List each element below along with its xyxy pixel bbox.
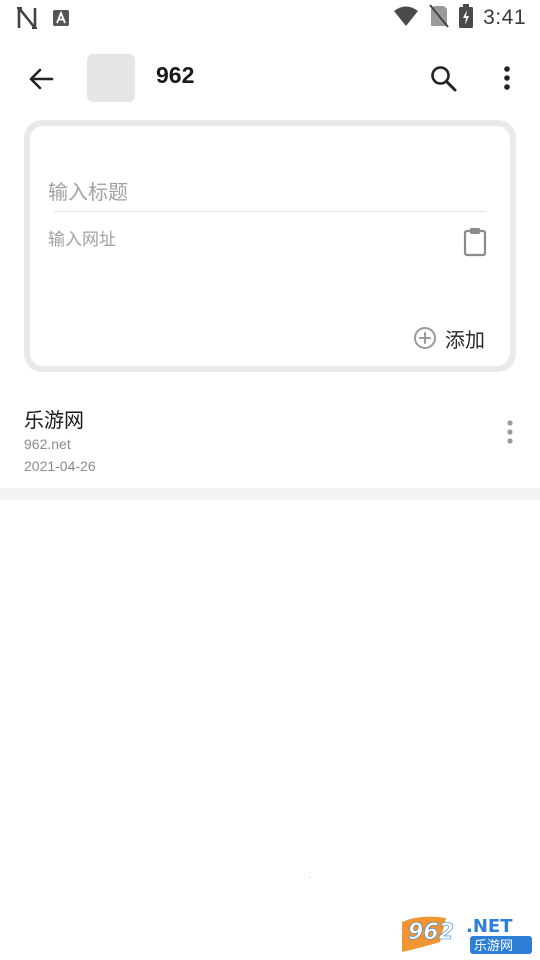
input-divider xyxy=(54,211,486,212)
notification-icons xyxy=(16,6,70,34)
clock-time: 3:41 xyxy=(483,6,526,29)
add-circle-icon xyxy=(414,327,436,349)
text-a-icon xyxy=(52,9,70,31)
battery-charging-icon xyxy=(459,4,474,32)
svg-text:乐游网: 乐游网 xyxy=(474,939,513,954)
status-bar: 3:41 xyxy=(0,0,540,36)
more-vert-icon xyxy=(504,66,510,90)
n-app-icon xyxy=(16,6,38,34)
search-icon xyxy=(431,66,457,92)
paste-button[interactable] xyxy=(462,226,488,258)
top-app-bar: 962 xyxy=(0,48,540,108)
svg-text:962: 962 xyxy=(408,920,454,945)
more-options-button[interactable] xyxy=(492,61,522,95)
bookmark-title: 乐游网 xyxy=(24,408,84,432)
bookmark-url: 962.net xyxy=(24,436,71,452)
page-title: 962 xyxy=(156,62,195,88)
bookmark-more-button[interactable] xyxy=(498,416,522,448)
list-divider xyxy=(0,488,540,500)
back-button[interactable] xyxy=(24,62,58,96)
url-input[interactable] xyxy=(48,223,448,257)
search-button[interactable] xyxy=(426,61,460,95)
bookmark-date: 2021-04-26 xyxy=(24,458,96,474)
title-input[interactable] xyxy=(48,172,488,212)
bookmark-item[interactable]: 乐游网 962.net 2021-04-26 xyxy=(0,396,540,488)
arrow-left-icon xyxy=(29,68,54,90)
add-bookmark-form: 添加 xyxy=(30,126,510,366)
site-favicon xyxy=(87,54,135,102)
no-sim-icon xyxy=(429,4,449,32)
add-button[interactable]: 添加 xyxy=(413,322,485,354)
svg-text:.NET: .NET xyxy=(466,916,513,937)
add-bookmark-card: 添加 xyxy=(24,120,516,372)
more-vert-icon xyxy=(507,420,513,444)
wifi-icon xyxy=(393,5,419,31)
watermark-logo: 962 .NET 乐游网 xyxy=(400,912,536,956)
artifact-dot xyxy=(309,877,310,878)
clipboard-icon xyxy=(463,228,487,257)
add-button-label: 添加 xyxy=(445,327,485,352)
